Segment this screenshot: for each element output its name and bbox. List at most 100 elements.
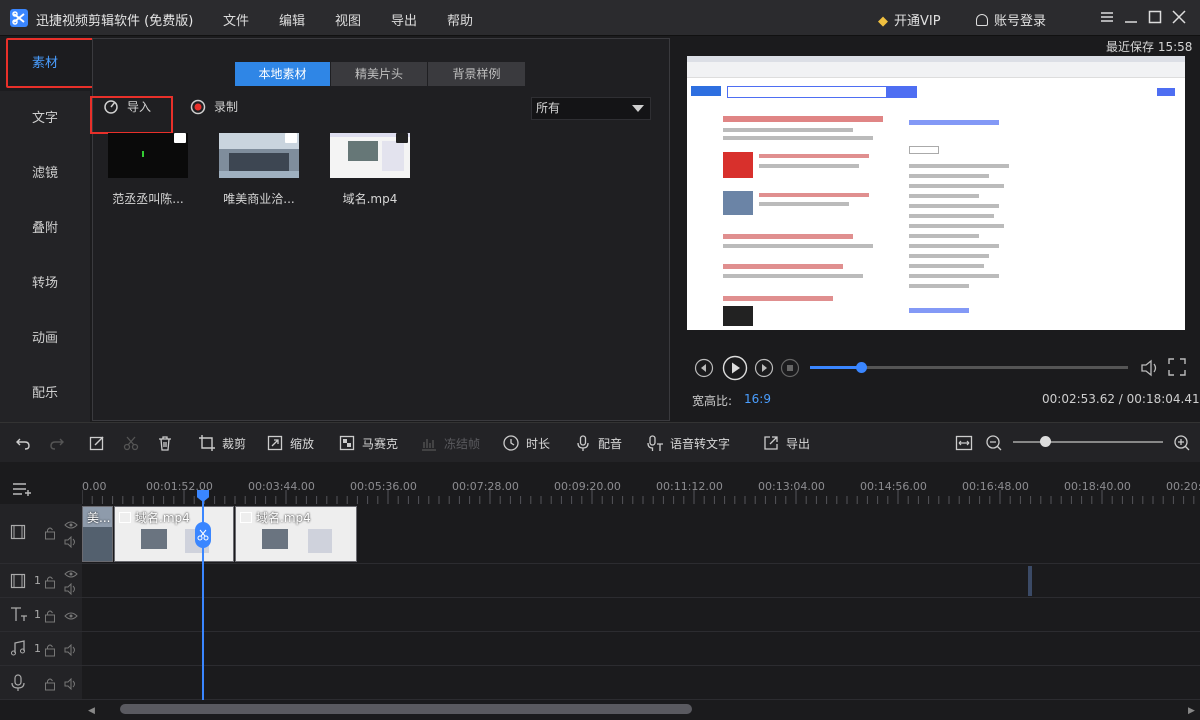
overlay-track [0,564,1200,598]
redo-icon[interactable] [48,434,66,452]
eye-icon[interactable] [64,520,78,530]
video-preview [687,56,1185,330]
ruler-tick-label: 00:07:28.00 [452,480,519,493]
previous-frame-icon[interactable] [694,358,714,378]
speaker-icon[interactable] [64,536,78,548]
clip-label: 美... [87,511,111,525]
video-badge-icon [174,133,186,143]
seek-handle[interactable] [855,362,867,373]
aspect-ratio-value[interactable]: 16:9 [744,392,771,406]
text-track [0,598,1200,632]
freeze-frame-icon [420,434,438,452]
maximize-icon[interactable] [1146,8,1164,26]
duration-button[interactable]: 时长 [502,434,550,452]
duration-label: 时长 [526,436,551,451]
next-frame-icon[interactable] [754,358,774,378]
track-number: 1 [34,608,41,621]
rail-item-overlay[interactable]: 叠附 [0,201,90,256]
edit-icon[interactable] [88,434,106,452]
media-thumb-1[interactable] [108,133,188,178]
export-button[interactable]: 导出 [762,434,810,452]
menu-icon[interactable] [1098,8,1116,26]
aspect-ratio-label: 宽高比: [692,394,733,408]
rail-item-filter[interactable]: 滤镜 [0,146,90,201]
clock-icon [502,434,520,452]
mosaic-label: 马赛克 [362,436,399,451]
lock-icon[interactable] [44,643,56,657]
crop-icon [198,434,216,452]
media-thumb-2[interactable] [219,133,299,178]
freeze-frame-button[interactable]: 冻结帧 [420,434,480,452]
add-track-icon[interactable] [12,481,34,497]
seek-bar-fill [810,366,861,369]
stop-icon[interactable] [780,358,800,378]
delete-icon[interactable] [156,434,174,452]
ruler-tick-label: 00:03:44.00 [248,480,315,493]
record-button[interactable]: 录制 [190,98,238,115]
eye-icon[interactable] [64,569,78,579]
eye-icon[interactable] [64,611,78,621]
mosaic-button[interactable]: 马赛克 [338,434,398,452]
rail-item-transition[interactable]: 转场 [0,256,90,311]
video-badge-icon [396,133,408,143]
rail-item-animation[interactable]: 动画 [0,311,90,366]
clip-label: 域名.mp4 [240,509,311,526]
lock-icon[interactable] [44,677,56,691]
account-login-button[interactable]: 账号登录 [976,10,1046,29]
undo-icon[interactable] [14,434,32,452]
filter-select[interactable]: 所有 [531,97,651,120]
ruler-tick-label: 00:13:04.00 [758,480,825,493]
zoom-out-icon[interactable] [985,434,1003,452]
timeline-clip[interactable]: 美... [82,506,113,562]
scroll-right-icon[interactable]: ▶ [1188,706,1195,716]
track-number: 1 [34,574,41,587]
zoom-in-icon[interactable] [1173,434,1191,452]
save-status: 最近保存 15:58 [1106,40,1193,54]
vip-label: 开通VIP [894,14,941,29]
tab-local-media[interactable]: 本地素材 [235,62,330,86]
volume-icon[interactable] [1138,356,1162,380]
zoom-slider[interactable] [1013,441,1163,443]
lock-icon[interactable] [44,526,56,540]
chevron-down-icon [632,105,644,112]
video-clip-icon [240,512,252,523]
minimize-icon[interactable] [1122,8,1140,26]
rail-item-music[interactable]: 配乐 [0,366,90,421]
overlay-clip-marker[interactable] [1028,566,1032,596]
crop-button[interactable]: 裁剪 [198,434,246,452]
split-icon[interactable] [122,434,140,452]
zoom-slider-handle[interactable] [1040,436,1051,447]
menu-view[interactable]: 视图 [335,10,361,29]
vip-button[interactable]: ◆ 开通VIP [878,10,941,29]
account-label: 账号登录 [994,14,1047,29]
fullscreen-icon[interactable] [1166,356,1188,378]
player-controls [690,354,1190,382]
menu-help[interactable]: 帮助 [447,10,473,29]
speaker-icon[interactable] [64,583,78,595]
timeline-scrollbar-thumb[interactable] [120,704,692,714]
close-icon[interactable] [1170,8,1188,26]
fit-timeline-icon[interactable] [954,434,974,452]
rail-item-text[interactable]: 文字 [0,91,90,146]
tab-backgrounds[interactable]: 背景样例 [428,62,525,86]
zoom-button[interactable]: 缩放 [266,434,314,452]
lock-icon[interactable] [44,609,56,623]
timeline-clip[interactable]: 域名.mp4 [114,506,234,562]
tab-intros[interactable]: 精美片头 [331,62,427,86]
zoom-icon [266,434,284,452]
split-handle[interactable] [195,522,211,548]
export-label: 导出 [786,436,811,451]
timeline-clip[interactable]: 域名.mp4 [235,506,357,562]
menu-export[interactable]: 导出 [391,10,417,29]
lock-icon[interactable] [44,575,56,589]
menu-edit[interactable]: 编辑 [279,10,305,29]
speaker-icon[interactable] [64,678,78,690]
menu-file[interactable]: 文件 [223,10,249,29]
scroll-left-icon[interactable]: ◀ [88,706,95,716]
speech-to-text-button[interactable]: 语音转文字 [646,434,730,452]
speaker-icon[interactable] [64,644,78,656]
play-icon[interactable] [722,355,748,381]
media-thumb-3[interactable] [330,133,410,178]
dub-button[interactable]: 配音 [574,434,622,452]
track-number: 1 [34,642,41,655]
